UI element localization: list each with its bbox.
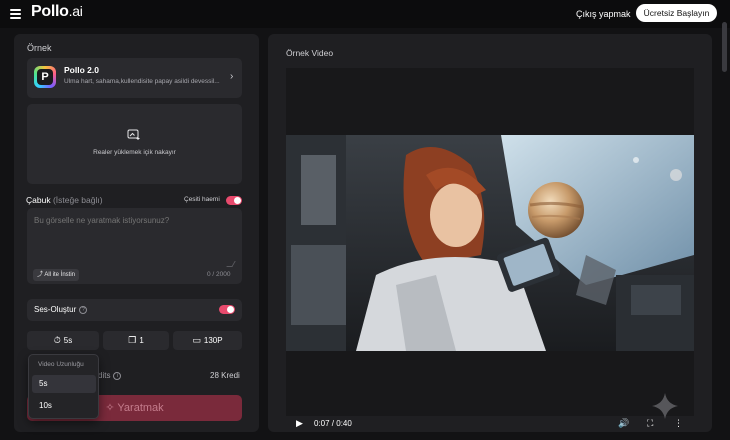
- fullscreen-icon[interactable]: ⛶: [647, 418, 653, 429]
- duration-dropdown: Video Uzunluğu 5s 10s: [28, 354, 99, 419]
- signout-link[interactable]: Çıkış yapmak: [576, 9, 631, 19]
- model-name: Pollo 2.0: [64, 65, 99, 75]
- sound-toggle[interactable]: [219, 305, 235, 314]
- resolution-button[interactable]: ▭ 130P: [173, 331, 242, 350]
- video-still: [286, 135, 694, 351]
- chevron-right-icon: ›: [230, 71, 234, 82]
- video-time: 0:07 / 0:40: [314, 419, 352, 428]
- model-description: Ulma hart, sahama,kullendisite papay asi…: [64, 78, 220, 85]
- menu-icon[interactable]: [10, 9, 21, 19]
- char-count: 0 / 2000: [207, 271, 231, 278]
- count-button[interactable]: ❐ 1: [103, 331, 169, 350]
- page-scrollbar[interactable]: [722, 22, 727, 72]
- prompt-input[interactable]: [34, 216, 234, 225]
- info-icon[interactable]: ?: [79, 305, 88, 314]
- panel-title: Örnek Video: [286, 48, 334, 58]
- video-player[interactable]: ▶ 0:07 / 0:40 🔊 ⛶ ⋮: [286, 68, 694, 428]
- more-options-icon[interactable]: ⋮: [674, 418, 683, 429]
- credits-label: dits i: [98, 371, 122, 380]
- credits-value: 28 Kredi: [210, 371, 240, 380]
- volume-icon[interactable]: 🔊: [618, 418, 629, 429]
- model-logo-icon: P: [34, 66, 56, 88]
- diversity-label: Çesiti haemi: [184, 196, 220, 203]
- image-upload-area[interactable]: Realer yüklemek içik nakayır: [27, 104, 242, 184]
- dropdown-title: Video Uzunluğu: [38, 361, 84, 368]
- section-title: Örnek: [27, 43, 52, 53]
- duration-option-5s[interactable]: 5s: [32, 375, 96, 393]
- logo-main: Pollo: [31, 3, 69, 20]
- duration-option-10s[interactable]: 10s: [32, 397, 96, 415]
- sound-label: Ses-Oluştur?: [34, 305, 88, 314]
- duration-button[interactable]: ⏱ 5s: [27, 331, 99, 350]
- prompt-label: Çabuk (İsteğe bağlı): [26, 195, 103, 205]
- video-frame[interactable]: [286, 135, 694, 351]
- logo[interactable]: Pollo.ai: [31, 3, 83, 21]
- logo-suffix: .ai: [68, 3, 83, 19]
- share-prompt-button[interactable]: ⤴ All ite İnstin: [33, 269, 80, 281]
- resize-handle-icon[interactable]: [226, 261, 236, 267]
- top-bar: Pollo.ai Çıkış yapmak Ücretsiz Başlayın: [0, 0, 730, 28]
- play-icon[interactable]: ▶: [296, 418, 303, 429]
- sound-row: Ses-Oluştur?: [27, 299, 242, 321]
- copies-icon: ❐: [128, 335, 137, 345]
- model-selector[interactable]: P Pollo 2.0 Ulma hart, sahama,kullendisi…: [27, 58, 242, 98]
- example-video-panel: Örnek Video ▶ 0:07 / 0:40 🔊 ⛶ ⋮: [268, 34, 712, 432]
- credits-info-icon[interactable]: i: [113, 371, 122, 380]
- diversity-toggle[interactable]: [226, 196, 242, 205]
- video-controls: ▶ 0:07 / 0:40 🔊 ⛶ ⋮: [286, 413, 694, 432]
- prompt-optional: (İsteğe bağlı): [52, 195, 103, 205]
- prompt-box: ⤴ All ite İnstin 0 / 2000: [27, 208, 242, 284]
- sparkle-icon: ✧: [105, 402, 115, 414]
- upload-hint: Realer yüklemek içik nakayır: [93, 149, 176, 156]
- resolution-icon: ▭: [192, 335, 201, 345]
- start-free-button[interactable]: Ücretsiz Başlayın: [636, 4, 717, 22]
- upload-image-icon: [127, 129, 140, 140]
- timer-icon: ⏱: [53, 335, 61, 345]
